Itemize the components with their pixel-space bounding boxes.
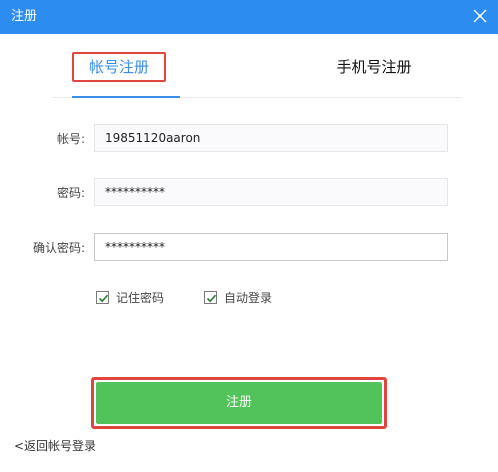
tab-phone-register-label: 手机号注册 (336, 58, 412, 76)
close-button[interactable] (466, 2, 494, 30)
register-dialog: 注册 帐号注册 手机号注册 帐号: 19851120aaron 密码: ****… (0, 0, 498, 472)
checkmark-icon (206, 294, 217, 302)
auto-login-label: 自动登录 (224, 290, 273, 305)
account-input[interactable]: 19851120aaron (94, 124, 448, 152)
password-input[interactable]: ********** (94, 178, 448, 206)
remember-password-checkbox[interactable] (96, 290, 109, 304)
password-label: 密码: (56, 186, 85, 200)
back-to-login-link[interactable]: <返回帐号登录 (14, 438, 96, 454)
confirm-password-input[interactable]: ********** (94, 233, 448, 261)
tab-account-register[interactable]: 帐号注册 (72, 52, 166, 82)
title-bar: 注册 (0, 0, 498, 34)
checkmark-icon (98, 294, 109, 302)
close-icon (473, 9, 487, 23)
confirm-password-label: 确认密码: (32, 241, 85, 255)
tab-highlight-outline (72, 52, 166, 82)
auto-login-option[interactable]: 自动登录 (204, 289, 272, 305)
window-title: 注册 (11, 9, 38, 24)
tab-phone-register[interactable]: 手机号注册 (318, 52, 430, 82)
remember-password-option[interactable]: 记住密码 (96, 289, 164, 305)
remember-password-label: 记住密码 (116, 290, 165, 305)
account-label: 帐号: (56, 132, 85, 146)
register-button[interactable]: 注册 (96, 382, 382, 424)
auto-login-checkbox[interactable] (204, 290, 217, 304)
active-tab-indicator (72, 96, 180, 98)
